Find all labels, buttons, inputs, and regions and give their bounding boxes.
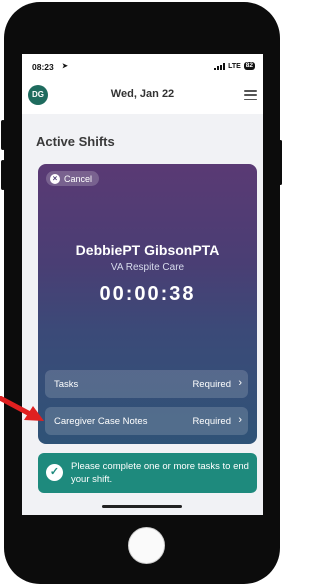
- task-row-tasks[interactable]: Tasks Required ›: [45, 370, 248, 398]
- cancel-label: Cancel: [64, 173, 93, 184]
- task-status: Required: [192, 416, 231, 427]
- task-label: Caregiver Case Notes: [54, 416, 148, 427]
- header-date: Wed, Jan 22: [110, 88, 175, 100]
- app-header: DG Wed, Jan 22: [22, 78, 263, 114]
- battery-icon: 82: [243, 62, 255, 70]
- app-screen: 08:23 ➤ LTE 82 DG Wed, Jan 22 Active Shi…: [22, 54, 263, 515]
- status-time: 08:23: [32, 62, 54, 72]
- network-label: LTE: [228, 62, 241, 70]
- phone-side-button: [279, 140, 282, 185]
- phone-side-button: [1, 120, 5, 150]
- complete-tasks-notice: ✓ Please complete one or more tasks to e…: [38, 453, 257, 493]
- organization-name: VA Respite Care: [110, 262, 185, 273]
- home-indicator: [102, 505, 182, 508]
- chevron-right-icon: ›: [238, 414, 242, 426]
- shift-timer: 00:00:38: [99, 283, 196, 305]
- close-icon: ×: [50, 173, 60, 184]
- task-label: Tasks: [54, 379, 79, 390]
- task-row-case-notes[interactable]: Caregiver Case Notes Required ›: [45, 407, 248, 435]
- notice-text: Please complete one or more tasks to end…: [71, 461, 249, 485]
- menu-icon[interactable]: [244, 90, 257, 100]
- phone-home-button[interactable]: [128, 527, 165, 564]
- caregiver-name: DebbiePT GibsonPTA: [75, 242, 220, 258]
- location-arrow-icon: ➤: [62, 63, 68, 70]
- signal-icon: [214, 62, 226, 70]
- chevron-right-icon: ›: [238, 377, 242, 389]
- task-status: Required: [192, 379, 231, 390]
- active-shift-card: × Cancel DebbiePT GibsonPTA VA Respite C…: [38, 164, 257, 444]
- cancel-button[interactable]: × Cancel: [46, 171, 100, 186]
- status-right: LTE 82: [214, 62, 255, 70]
- annotation-arrow-icon: [0, 396, 44, 421]
- section-title: Active Shifts: [36, 134, 115, 149]
- phone-side-button: [1, 160, 5, 190]
- status-bar: 08:23 ➤ LTE 82: [22, 54, 263, 78]
- check-icon: ✓: [46, 464, 63, 481]
